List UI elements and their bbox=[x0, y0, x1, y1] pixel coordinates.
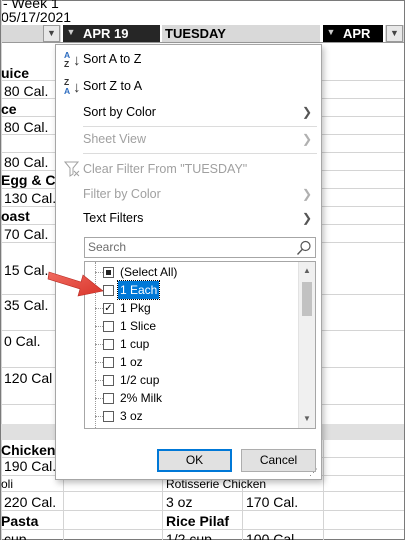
sort-by-color-item[interactable]: Sort by Color ❯ bbox=[56, 100, 321, 124]
list-item[interactable]: 3 oz bbox=[85, 407, 298, 425]
chevron-right-icon: ❯ bbox=[301, 211, 312, 225]
column-header-e: ▼ bbox=[385, 25, 404, 42]
cell[interactable]: 130 Cal. bbox=[4, 188, 56, 208]
cell[interactable]: 100 Cal. bbox=[246, 529, 298, 540]
clear-filter-item: Clear Filter From "TUESDAY" bbox=[56, 157, 321, 181]
list-item[interactable]: 1/2 cup bbox=[85, 371, 298, 389]
chevron-right-icon: ❯ bbox=[301, 105, 312, 119]
cell[interactable]: 3 oz bbox=[166, 492, 192, 512]
autofilter-menu: A Z ↓ Sort A to Z Z A ↓ Sort Z to A Sort… bbox=[55, 44, 322, 480]
list-item[interactable]: 1 oz bbox=[85, 353, 298, 371]
sheet-view-item: Sheet View ❯ bbox=[56, 127, 321, 151]
ok-button[interactable]: OK bbox=[157, 449, 232, 472]
filter-dropdown-a[interactable]: ▼ bbox=[43, 25, 60, 42]
filter-dropdown-apr19[interactable]: ▼ bbox=[65, 25, 77, 42]
list-item[interactable]: 1 Each bbox=[85, 280, 298, 300]
list-item[interactable]: 1 Slice bbox=[85, 317, 298, 335]
scroll-up-icon[interactable]: ▲ bbox=[299, 263, 315, 279]
filter-by-color-item: Filter by Color ❯ bbox=[56, 182, 321, 206]
checkbox-unchecked[interactable] bbox=[103, 321, 114, 332]
scroll-down-icon[interactable]: ▼ bbox=[299, 411, 315, 427]
filter-dropdown-apr20[interactable]: ▼ bbox=[325, 25, 337, 42]
cell[interactable]: uice bbox=[1, 63, 29, 83]
column-header-apr20: ▼ APR 20 bbox=[323, 25, 383, 58]
cell[interactable]: oast bbox=[1, 206, 30, 226]
checkbox-unchecked[interactable] bbox=[103, 411, 114, 422]
chevron-right-icon: ❯ bbox=[301, 187, 312, 201]
column-header-a: ▼ bbox=[1, 25, 61, 42]
cell[interactable]: 70 Cal. bbox=[4, 224, 48, 244]
menu-separator bbox=[83, 153, 317, 154]
cell[interactable]: 220 Cal. bbox=[4, 492, 56, 512]
text-filters-item[interactable]: Text Filters ❯ bbox=[56, 206, 321, 230]
cell[interactable]: ce bbox=[1, 99, 17, 119]
callout-arrow-icon bbox=[47, 271, 104, 297]
sort-a-to-z-item[interactable]: A Z ↓ Sort A to Z bbox=[56, 47, 321, 71]
cell[interactable]: Rice Pilaf bbox=[166, 511, 229, 531]
list-item-select-all[interactable]: (Select All) bbox=[85, 263, 298, 281]
cell[interactable]: 1/2 cup bbox=[166, 529, 212, 540]
list-item[interactable]: 2% Milk bbox=[85, 389, 298, 407]
list-item[interactable]: ✓ 1 Pkg bbox=[85, 299, 298, 317]
chevron-right-icon: ❯ bbox=[301, 132, 312, 146]
checkbox-checked[interactable]: ✓ bbox=[103, 303, 114, 314]
checkbox-unchecked[interactable] bbox=[103, 375, 114, 386]
column-header-apr19: ▼ APR 19 bbox=[63, 25, 160, 42]
checkbox-unchecked[interactable] bbox=[103, 393, 114, 404]
sort-descending-icon: Z A ↓ bbox=[64, 77, 81, 97]
sort-ascending-icon: A Z ↓ bbox=[64, 50, 81, 70]
resize-grip-icon[interactable]: ⋰ bbox=[309, 467, 319, 477]
cell[interactable]: Pasta bbox=[1, 511, 38, 531]
list-item[interactable]: 1 cup bbox=[85, 335, 298, 353]
checkbox-unchecked[interactable] bbox=[103, 357, 114, 368]
filter-header-row: ▼ ▼ APR 19 TUESDAY ▼ APR 20 ▼ bbox=[1, 23, 404, 58]
list-item[interactable] bbox=[85, 425, 298, 428]
cell[interactable]: 80 Cal. bbox=[4, 152, 48, 172]
cancel-button[interactable]: Cancel bbox=[241, 449, 316, 472]
search-icon bbox=[296, 240, 311, 255]
checkbox-unchecked[interactable] bbox=[103, 339, 114, 350]
filter-values-list: (Select All) 1 Each ✓ 1 Pkg 1 Slice 1 cu… bbox=[84, 261, 316, 429]
filter-search-input[interactable]: Search bbox=[84, 237, 316, 258]
scrollbar-thumb[interactable] bbox=[302, 282, 312, 316]
sort-z-to-a-item[interactable]: Z A ↓ Sort Z to A bbox=[56, 74, 321, 98]
cell[interactable]: 190 Cal. bbox=[4, 456, 56, 476]
column-header-tuesday: TUESDAY bbox=[162, 25, 320, 42]
cell[interactable]: oli bbox=[1, 476, 13, 492]
list-scrollbar[interactable]: ▲ ▼ bbox=[298, 262, 315, 428]
clear-filter-icon bbox=[64, 161, 80, 177]
cell[interactable]: 80 Cal. bbox=[4, 81, 48, 101]
cell[interactable]: 80 Cal. bbox=[4, 117, 48, 137]
cell[interactable]: 170 Cal. bbox=[246, 492, 298, 512]
cell[interactable]: cup bbox=[4, 529, 27, 540]
filter-dropdown-e[interactable]: ▼ bbox=[386, 25, 403, 42]
